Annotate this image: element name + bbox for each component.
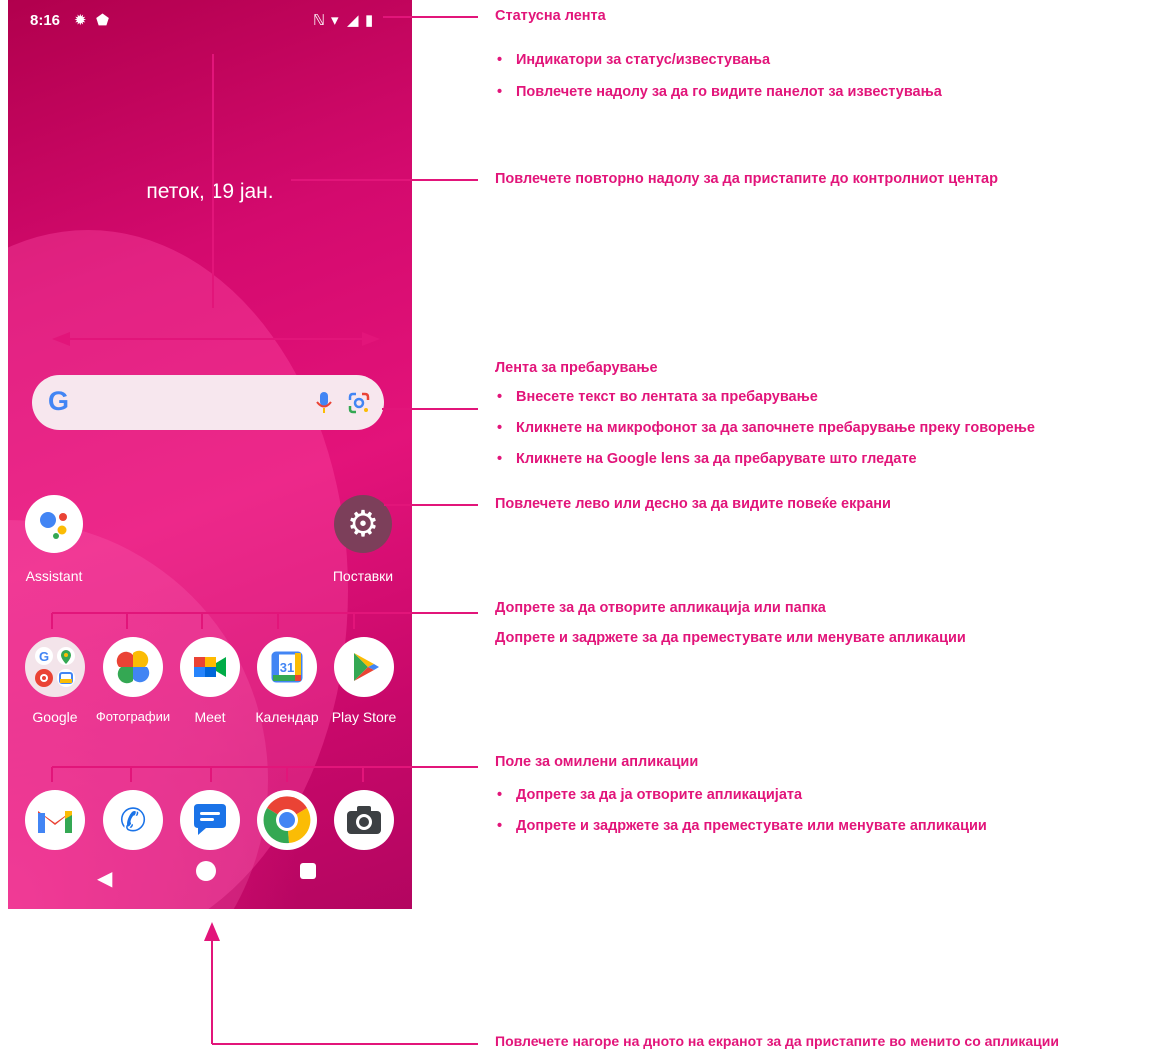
status-bar-point-2: Повлечете надолу за да го видите панелот… — [516, 84, 942, 100]
search-point-2: Кликнете на микрофонот за да започнете п… — [516, 420, 1035, 436]
search-point-1: Внесете текст во лентата за пребарување — [516, 389, 818, 405]
favorites-title: Поле за омилени апликации — [495, 754, 699, 770]
search-point-3: Кликнете на Google lens за да пребаруват… — [516, 451, 917, 467]
annotation-lines — [51, 16, 478, 1045]
bullet: • — [497, 420, 503, 436]
bullet: • — [497, 389, 503, 405]
app-drawer-note: Повлечете нагоре на дното на екранот за … — [495, 1033, 1059, 1049]
bullet: • — [497, 787, 503, 803]
apps-note-2: Допрете и задржете за да преместувате ил… — [495, 630, 966, 646]
favorites-point-1: Допрете за да ја отворите апликацијата — [516, 787, 803, 803]
search-bar-title: Лента за пребарување — [495, 360, 658, 376]
bullet: • — [497, 818, 503, 834]
status-bar-title: Статусна лента — [495, 8, 606, 24]
bullet: • — [497, 451, 503, 467]
control-center-note: Повлечете повторно надолу за да пристапи… — [495, 171, 998, 187]
favorites-point-2: Допрете и задржете за да преместувате ил… — [516, 818, 987, 834]
apps-note-1: Допрете за да отворите апликација или па… — [495, 600, 826, 616]
status-bar-point-1: Индикатори за статус/известувања — [516, 52, 771, 68]
screens-note: Повлечете лево или десно за да видите по… — [495, 496, 891, 512]
bullet: • — [497, 84, 503, 100]
bullet: • — [497, 52, 503, 68]
